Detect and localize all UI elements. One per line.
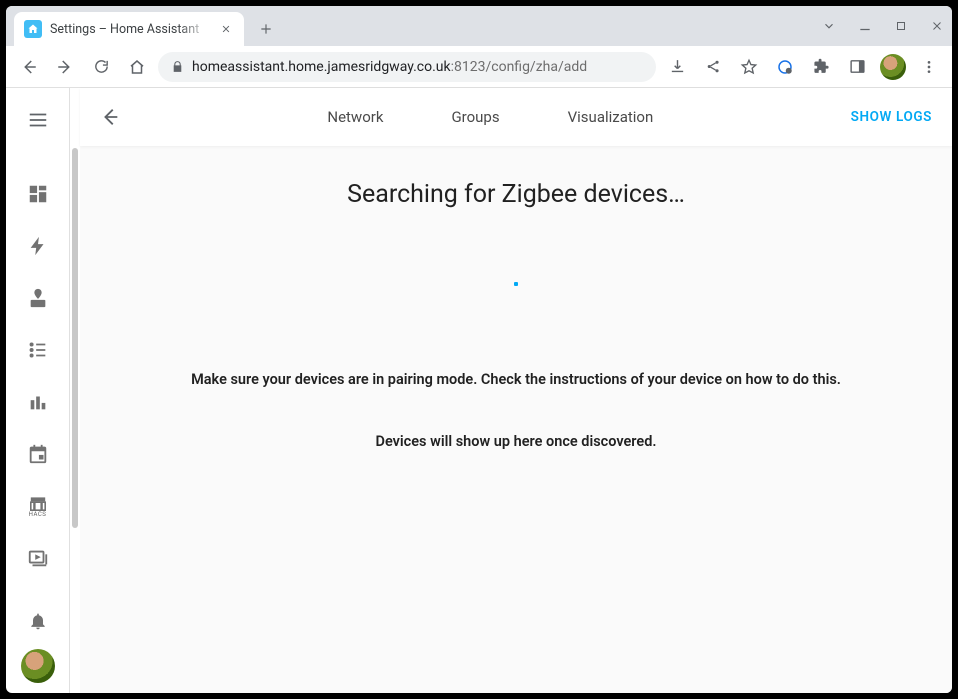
show-logs-button[interactable]: SHOW LOGS [851, 109, 932, 125]
page-title: Searching for Zigbee devices… [110, 180, 922, 209]
install-app-icon[interactable] [662, 52, 692, 82]
instruction-pairing: Make sure your devices are in pairing mo… [156, 369, 876, 391]
app-viewport: HACS [6, 88, 952, 693]
sidebar-item-hacs[interactable]: HACS [14, 482, 62, 530]
sidebar-item-calendar[interactable] [14, 430, 62, 478]
nav-reload-button[interactable] [86, 52, 116, 82]
sidebar-item-notifications[interactable] [14, 597, 62, 645]
new-tab-button[interactable] [252, 15, 280, 43]
profile-avatar[interactable] [878, 52, 908, 82]
nav-back-button[interactable] [14, 52, 44, 82]
extensions-puzzle-icon[interactable] [806, 52, 836, 82]
window-minimize-icon[interactable] [856, 17, 874, 35]
hamburger-menu-icon[interactable] [14, 96, 62, 144]
header-tabs: Network Groups Visualization [138, 102, 843, 132]
share-icon[interactable] [698, 52, 728, 82]
address-bar[interactable]: homeassistant.home.jamesridgway.co.uk:81… [158, 52, 656, 82]
nav-forward-button[interactable] [50, 52, 80, 82]
side-panel-icon[interactable] [842, 52, 872, 82]
window-maximize-icon[interactable] [892, 17, 910, 35]
chevron-down-icon[interactable] [820, 17, 838, 35]
window-controls [820, 6, 946, 46]
sidebar-item-hacs-label: HACS [29, 511, 47, 518]
tab-groups[interactable]: Groups [449, 102, 501, 132]
extension-ublock-icon[interactable] [770, 52, 800, 82]
loading-spinner-icon [110, 249, 922, 319]
bookmark-star-icon[interactable] [734, 52, 764, 82]
window-close-icon[interactable] [928, 17, 946, 35]
main-content: Network Groups Visualization SHOW LOGS S… [80, 88, 952, 693]
tab-title: Settings – Home Assistant [50, 22, 210, 37]
sidebar-item-logbook[interactable] [14, 326, 62, 374]
sidebar-user-avatar[interactable] [21, 649, 55, 683]
lock-icon [170, 60, 184, 74]
chrome-menu-icon[interactable] [914, 52, 944, 82]
tab-network[interactable]: Network [325, 102, 385, 132]
browser-tabstrip: Settings – Home Assistant [6, 6, 952, 46]
back-button[interactable] [90, 97, 130, 137]
sidebar-item-media[interactable] [14, 534, 62, 582]
scrollbar[interactable] [70, 88, 80, 693]
browser-tab-active[interactable]: Settings – Home Assistant [14, 12, 244, 46]
sidebar-item-map[interactable] [14, 274, 62, 322]
favicon-home-assistant-icon [24, 20, 42, 38]
tab-close-icon[interactable] [218, 21, 234, 37]
ha-sidebar: HACS [6, 88, 70, 693]
sidebar-item-energy[interactable] [14, 222, 62, 270]
url-text: homeassistant.home.jamesridgway.co.uk:81… [192, 59, 587, 75]
page-header: Network Groups Visualization SHOW LOGS [80, 88, 952, 146]
sidebar-item-history[interactable] [14, 378, 62, 426]
browser-toolbar: homeassistant.home.jamesridgway.co.uk:81… [6, 46, 952, 88]
page-body: Searching for Zigbee devices… Make sure … [80, 146, 952, 693]
nav-home-button[interactable] [122, 52, 152, 82]
scrollbar-thumb[interactable] [72, 148, 78, 528]
tab-visualization[interactable]: Visualization [566, 102, 656, 132]
instruction-discovery: Devices will show up here once discovere… [156, 431, 876, 453]
sidebar-item-overview[interactable] [14, 170, 62, 218]
